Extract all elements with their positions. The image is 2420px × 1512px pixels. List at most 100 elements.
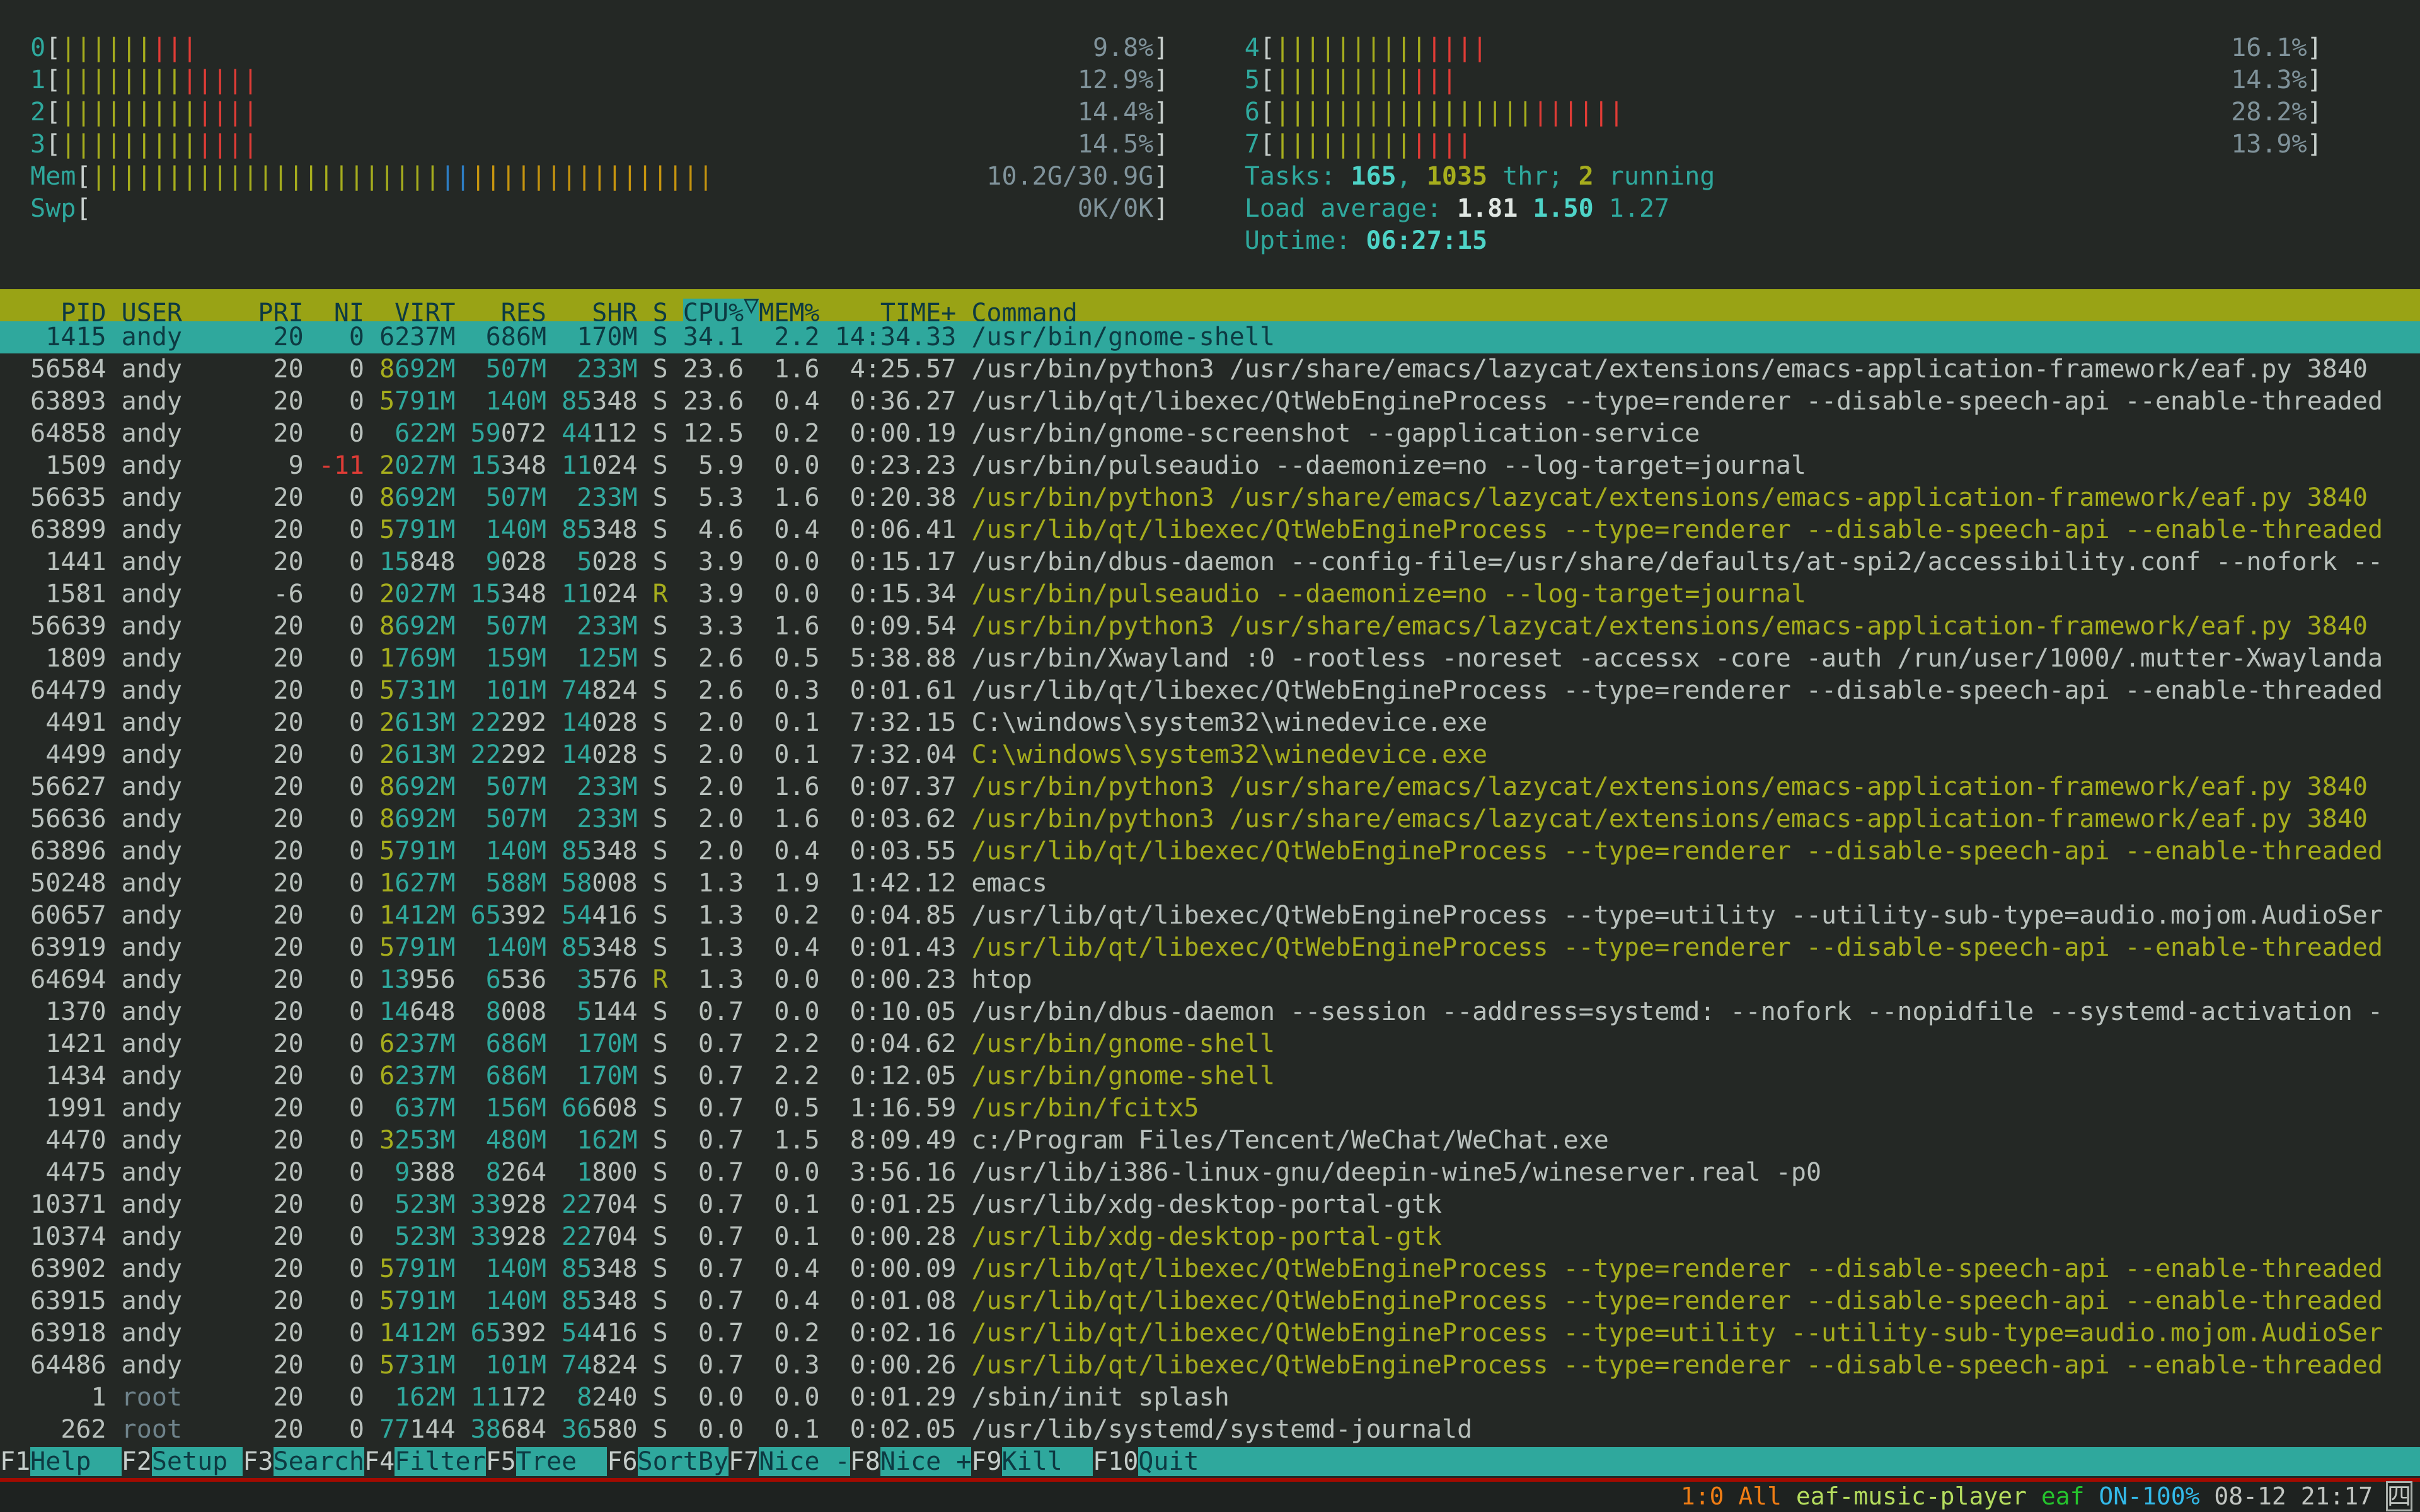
fkey-quit[interactable]: F10Quit — [1093, 1447, 1230, 1476]
pid-cell: 63915 — [0, 1286, 107, 1315]
table-row[interactable]: 56639 andy 20 0 8692M 507M 233M S 3.3 1.… — [0, 610, 2420, 643]
table-row[interactable]: 63919 andy 20 0 5791M 140M 85348 S 1.3 0… — [0, 932, 2420, 964]
table-row[interactable]: 63918 andy 20 0 1412M 65392 54416 S 0.7 … — [0, 1317, 2420, 1349]
user-cell: andy — [122, 933, 258, 962]
command-cell: /usr/lib/qt/libexec/QtWebEngineProcess -… — [971, 933, 2383, 962]
mem-cell: 0.0 — [744, 547, 819, 576]
pid-cell: 1441 — [0, 547, 107, 576]
user-cell: andy — [122, 580, 258, 609]
mem-cell: 0.0 — [744, 965, 819, 994]
virt-cell: 622M — [395, 419, 455, 448]
table-row[interactable]: 63915 andy 20 0 5791M 140M 85348 S 0.7 0… — [0, 1285, 2420, 1317]
cpu-cell: 23.6 — [668, 355, 744, 384]
table-row[interactable]: 56636 andy 20 0 8692M 507M 233M S 2.0 1.… — [0, 803, 2420, 835]
table-row[interactable]: 64858 andy 20 0 622M 59072 44112 S 12.5 … — [0, 418, 2420, 450]
mem-cell: 0.4 — [744, 515, 819, 544]
cpu-cell: 0.0 — [668, 1415, 744, 1444]
pid-cell: 1809 — [0, 644, 107, 673]
table-row[interactable]: 1991 andy 20 0 637M 156M 66608 S 0.7 0.5… — [0, 1092, 2420, 1125]
fkey-tree[interactable]: F5Tree — [486, 1447, 608, 1476]
cpu-cell: 2.6 — [668, 676, 744, 705]
table-row[interactable]: 63893 andy 20 0 5791M 140M 85348 S 23.6 … — [0, 386, 2420, 418]
command-cell: /usr/bin/Xwayland :0 -rootless -noreset … — [971, 644, 2383, 673]
shr-cell: 170M — [577, 1029, 637, 1058]
table-row[interactable]: 262 root 20 0 77144 38684 36580 S 0.0 0.… — [0, 1414, 2420, 1446]
user-cell: andy — [122, 1319, 258, 1348]
mem-cell: 1.6 — [744, 805, 819, 833]
pid-cell: 63902 — [0, 1254, 107, 1283]
time-cell: 5:38.88 — [820, 644, 957, 673]
table-row[interactable]: 63902 andy 20 0 5791M 140M 85348 S 0.7 0… — [0, 1253, 2420, 1285]
res-cell: 59072 — [471, 419, 546, 448]
table-row[interactable]: 4470 andy 20 0 3253M 480M 162M S 0.7 1.5… — [0, 1125, 2420, 1157]
fkey-search[interactable]: F3Search — [243, 1447, 364, 1476]
cpu2-meter-value: 14.4% — [1078, 98, 1153, 127]
table-row[interactable]: 60657 andy 20 0 1412M 65392 54416 S 1.3 … — [0, 900, 2420, 932]
mem-cell: 0.1 — [744, 708, 819, 737]
table-row[interactable]: 64486 andy 20 0 5731M 101M 74824 S 0.7 0… — [0, 1349, 2420, 1382]
command-cell: /usr/lib/qt/libexec/QtWebEngineProcess -… — [971, 901, 2383, 930]
shr-cell: 5144 — [577, 997, 637, 1026]
state-cell: S — [653, 419, 668, 448]
fkey-kill[interactable]: F9Kill — [971, 1447, 1093, 1476]
state-cell: S — [653, 323, 668, 352]
time-cell: 0:12.05 — [820, 1062, 957, 1091]
fkey-setup[interactable]: F2Setup — [122, 1447, 243, 1476]
table-row[interactable]: 10374 andy 20 0 523M 33928 22704 S 0.7 0… — [0, 1221, 2420, 1253]
fkey-filter[interactable]: F4Filter — [364, 1447, 486, 1476]
virt-cell: 2027M — [379, 580, 455, 609]
pri-cell: 20 — [258, 869, 303, 898]
table-row[interactable]: 1581 andy -6 0 2027M 15348 11024 R 3.9 0… — [0, 578, 2420, 610]
table-row[interactable]: 56635 andy 20 0 8692M 507M 233M S 5.3 1.… — [0, 482, 2420, 514]
ni-cell: 0 — [319, 547, 364, 576]
pid-cell: 50248 — [0, 869, 107, 898]
status-volume: ON-100% — [2099, 1482, 2199, 1510]
table-row[interactable]: 63899 andy 20 0 5791M 140M 85348 S 4.6 0… — [0, 514, 2420, 546]
table-row[interactable]: 4499 andy 20 0 2613M 22292 14028 S 2.0 0… — [0, 739, 2420, 771]
res-cell: 686M — [486, 1029, 546, 1058]
table-row[interactable]: 1415 andy 20 0 6237M 686M 170M S 34.1 2.… — [0, 321, 2420, 353]
res-cell: 140M — [486, 515, 546, 544]
table-row[interactable]: 50248 andy 20 0 1627M 588M 58008 S 1.3 1… — [0, 868, 2420, 900]
user-cell: andy — [122, 323, 258, 352]
ni-cell: 0 — [319, 387, 364, 416]
fkey-sortby[interactable]: F6SortBy — [607, 1447, 729, 1476]
table-row[interactable]: 56627 andy 20 0 8692M 507M 233M S 2.0 1.… — [0, 771, 2420, 803]
mem-cell: 1.6 — [744, 772, 819, 801]
user-cell: root — [122, 1383, 258, 1412]
table-row[interactable]: 4491 andy 20 0 2613M 22292 14028 S 2.0 0… — [0, 707, 2420, 739]
table-row[interactable]: 1 root 20 0 162M 11172 8240 S 0.0 0.0 0:… — [0, 1382, 2420, 1414]
virt-cell: 8692M — [379, 483, 455, 512]
table-row[interactable]: 4475 andy 20 0 9388 8264 1800 S 0.7 0.0 … — [0, 1157, 2420, 1189]
pid-cell: 4470 — [0, 1126, 107, 1155]
command-cell: /usr/bin/python3 /usr/share/emacs/lazyca… — [971, 805, 2368, 833]
fkey-help[interactable]: F1Help — [0, 1447, 122, 1476]
table-row[interactable]: 1509 andy 9 -11 2027M 15348 11024 S 5.9 … — [0, 450, 2420, 482]
command-cell: /usr/lib/i386-linux-gnu/deepin-wine5/win… — [971, 1158, 1821, 1187]
command-cell: /usr/lib/qt/libexec/QtWebEngineProcess -… — [971, 515, 2383, 544]
table-row[interactable]: 63896 andy 20 0 5791M 140M 85348 S 2.0 0… — [0, 835, 2420, 868]
pid-cell: 63919 — [0, 933, 107, 962]
fkey-nice-[interactable]: F7Nice - — [729, 1447, 850, 1476]
cpu3-meter-value: 14.5% — [1078, 130, 1153, 159]
table-row[interactable]: 10371 andy 20 0 523M 33928 22704 S 0.7 0… — [0, 1189, 2420, 1221]
res-cell: 507M — [486, 483, 546, 512]
fkey-nice-[interactable]: F8Nice + — [850, 1447, 972, 1476]
function-bar-filler — [1230, 1447, 2420, 1476]
state-cell: S — [653, 387, 668, 416]
table-row[interactable]: 56584 andy 20 0 8692M 507M 233M S 23.6 1… — [0, 353, 2420, 386]
user-cell: andy — [122, 965, 258, 994]
table-row[interactable]: 1370 andy 20 0 14648 8008 5144 S 0.7 0.0… — [0, 996, 2420, 1028]
user-cell: andy — [122, 451, 258, 480]
cpu-cell: 4.6 — [668, 515, 744, 544]
time-cell: 0:02.16 — [820, 1319, 957, 1348]
pri-cell: 20 — [258, 323, 303, 352]
mem-cell: 1.5 — [744, 1126, 819, 1155]
table-row[interactable]: 1441 andy 20 0 15848 9028 5028 S 3.9 0.0… — [0, 546, 2420, 578]
table-row[interactable]: 64694 andy 20 0 13956 6536 3576 R 1.3 0.… — [0, 964, 2420, 996]
table-row[interactable]: 1421 andy 20 0 6237M 686M 170M S 0.7 2.2… — [0, 1028, 2420, 1060]
table-row[interactable]: 1434 andy 20 0 6237M 686M 170M S 0.7 2.2… — [0, 1060, 2420, 1092]
table-row[interactable]: 1809 andy 20 0 1769M 159M 125M S 2.6 0.5… — [0, 643, 2420, 675]
shr-cell: 74824 — [562, 1351, 637, 1380]
table-row[interactable]: 64479 andy 20 0 5731M 101M 74824 S 2.6 0… — [0, 675, 2420, 707]
